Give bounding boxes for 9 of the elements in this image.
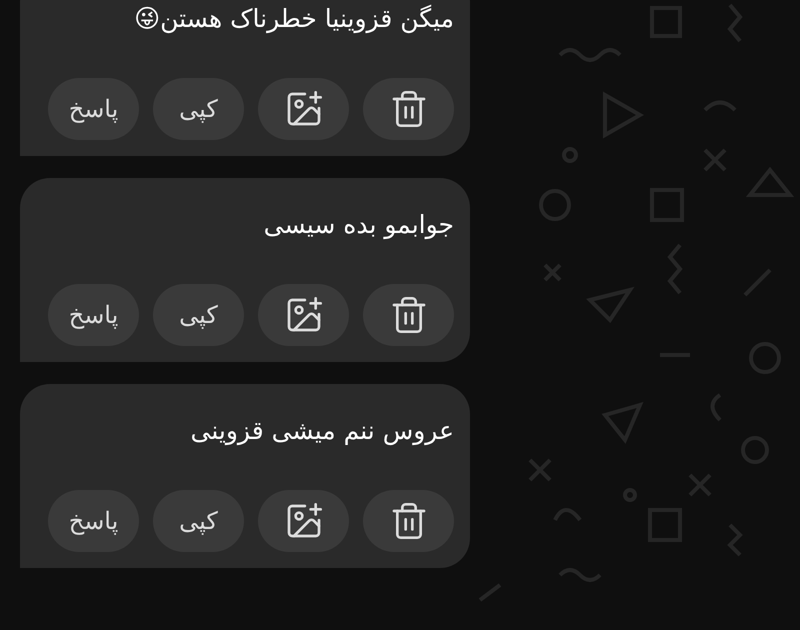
copy-button[interactable]: کپی bbox=[153, 284, 244, 346]
copy-button[interactable]: کپی bbox=[153, 490, 244, 552]
reply-button[interactable]: پاسخ bbox=[48, 490, 139, 552]
message-text: میگن قزوینیا خطرناک هستن😜 bbox=[133, 3, 454, 36]
copy-button[interactable]: کپی bbox=[153, 78, 244, 140]
reply-button[interactable]: پاسخ bbox=[48, 284, 139, 346]
message-text: عروس ننم میشی قزوینی bbox=[189, 415, 454, 448]
message-text: جوابمو بده سیسی bbox=[262, 209, 454, 242]
reply-button[interactable]: پاسخ bbox=[48, 78, 139, 140]
